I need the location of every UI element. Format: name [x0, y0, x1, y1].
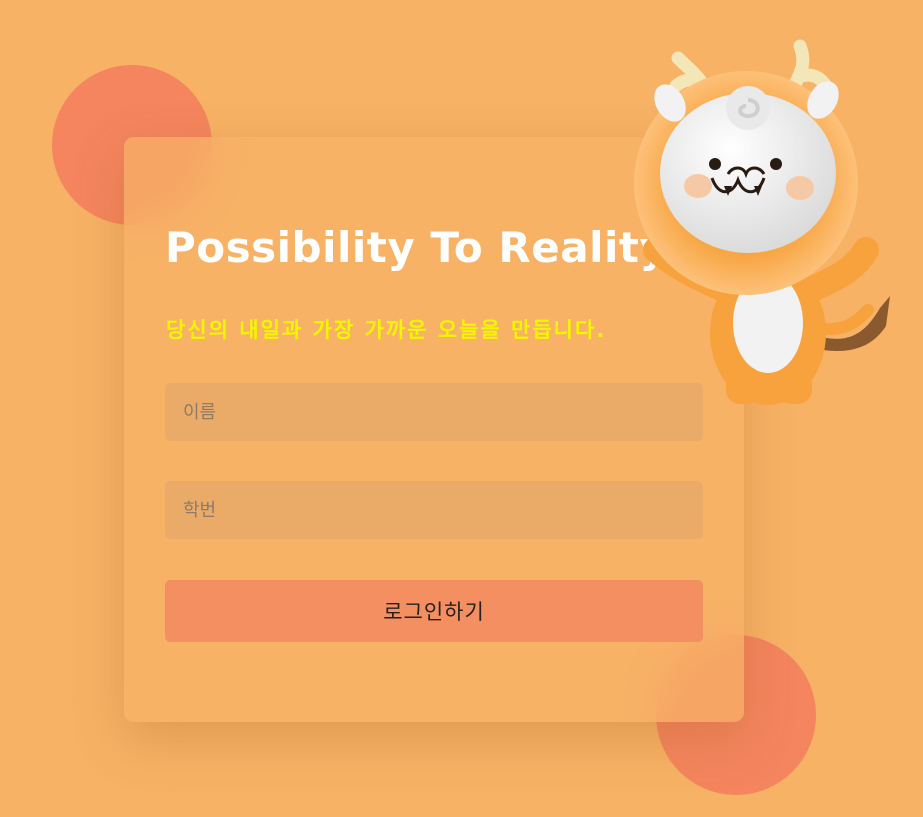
dragon-mascot-icon — [634, 39, 890, 405]
slogan-text: 당신의 내일과 가장 가까운 오늘을 만듭니다. — [166, 318, 607, 342]
page-title: Possibility To Reality — [165, 223, 668, 272]
student-id-input[interactable] — [165, 481, 703, 539]
login-button[interactable]: 로그인하기 — [165, 580, 703, 642]
